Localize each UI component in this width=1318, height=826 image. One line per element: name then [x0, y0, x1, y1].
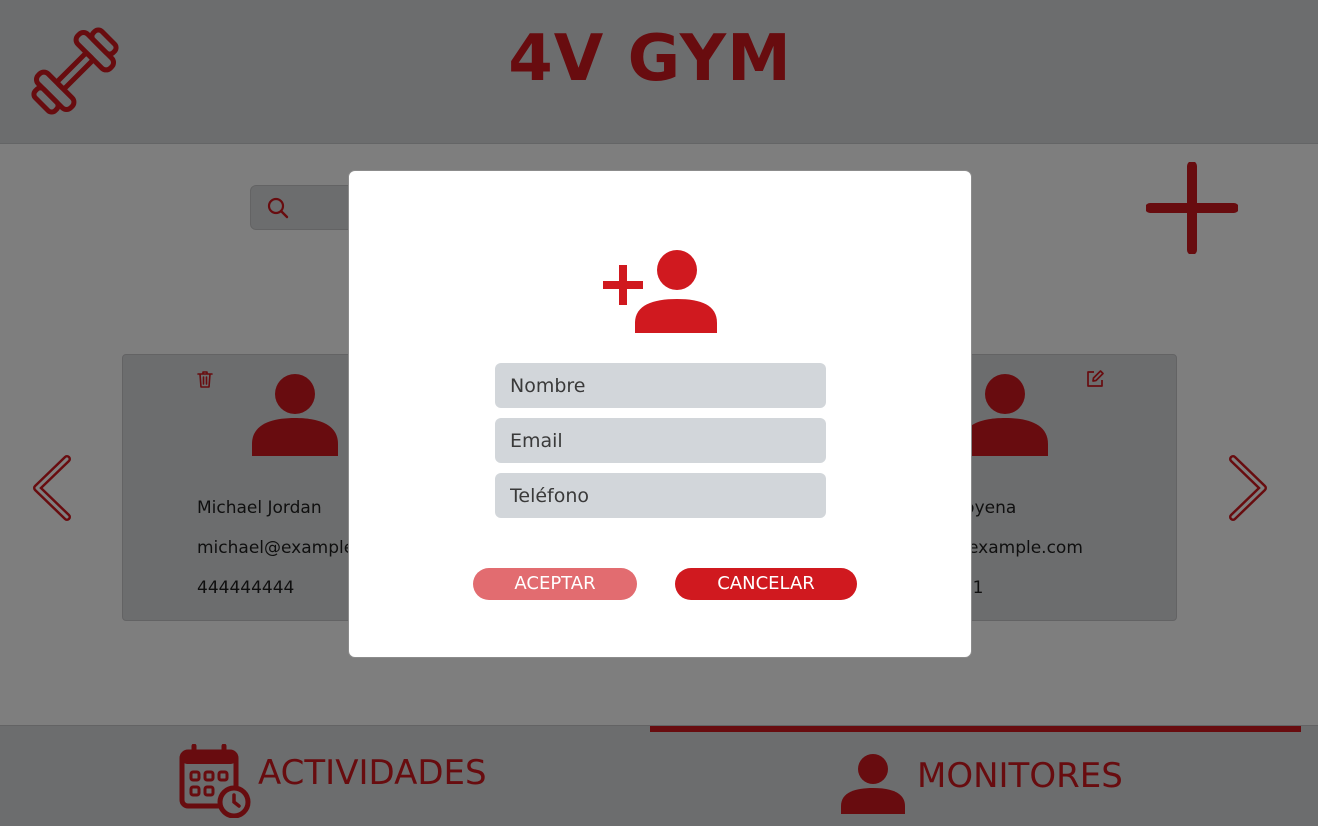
nombre-field[interactable] [495, 363, 826, 408]
add-user-icon [603, 250, 717, 333]
email-field[interactable] [495, 418, 826, 463]
add-monitor-dialog: ACEPTAR CANCELAR [348, 170, 972, 658]
cancel-button[interactable]: CANCELAR [675, 568, 857, 600]
telefono-field[interactable] [495, 473, 826, 518]
accept-button[interactable]: ACEPTAR [473, 568, 637, 600]
app-root: 4V GYM [0, 0, 1318, 826]
